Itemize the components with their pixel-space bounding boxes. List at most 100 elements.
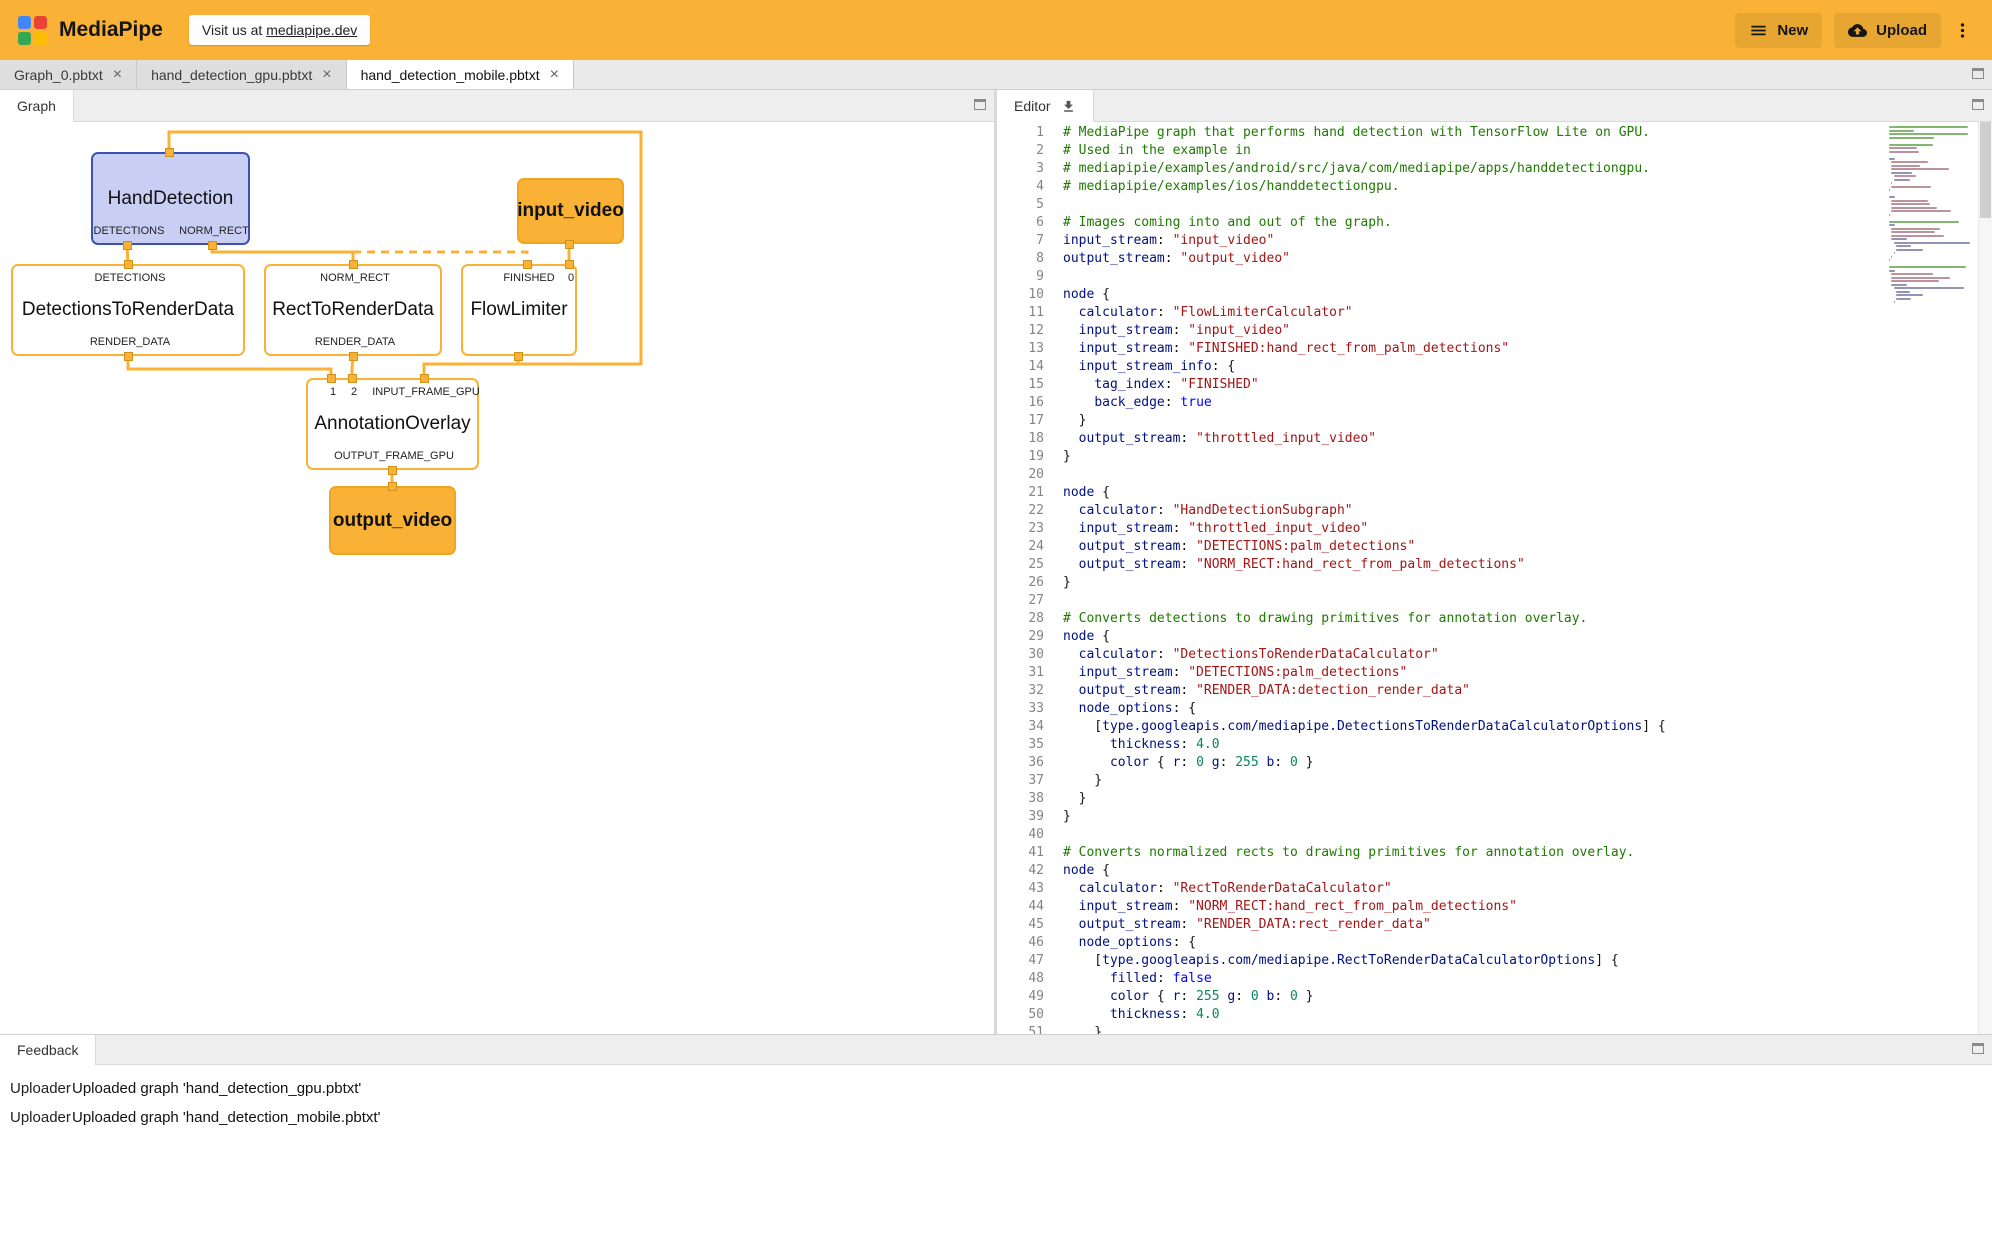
- port-marker[interactable]: [123, 241, 132, 250]
- port-marker[interactable]: [420, 374, 429, 383]
- graph-node-annotation_overlay[interactable]: AnnotationOverlay12INPUT_FRAME_GPUOUTPUT…: [306, 378, 479, 470]
- line-number: 6: [997, 214, 1044, 232]
- minimap-line: [1891, 273, 1933, 275]
- line-number: 44: [997, 898, 1044, 916]
- visit-chip[interactable]: Visit us at mediapipe.dev: [189, 15, 370, 45]
- line-number: 47: [997, 952, 1044, 970]
- line-number: 22: [997, 502, 1044, 520]
- feedback-panel: Feedback UploaderUploaded graph 'hand_de…: [0, 1034, 1992, 1236]
- graph-node-flow_limiter[interactable]: FlowLimiterFINISHED0: [461, 264, 577, 356]
- port-marker[interactable]: [388, 466, 397, 475]
- minimap-line: [1896, 298, 1911, 300]
- line-number: 40: [997, 826, 1044, 844]
- port-label: NORM_RECT: [179, 225, 249, 237]
- graph-canvas[interactable]: HandDetectionDETECTIONSNORM_RECT input_vi…: [0, 122, 994, 1034]
- graph-node-detections_to_render_data[interactable]: DetectionsToRenderDataDETECTIONSRENDER_D…: [11, 264, 245, 356]
- port-label: RENDER_DATA: [90, 336, 170, 348]
- graph-tab[interactable]: Graph: [0, 90, 74, 122]
- feedback-tab-label: Feedback: [17, 1042, 78, 1058]
- code-line: # Converts normalized rects to drawing p…: [1063, 844, 1886, 862]
- code-line: output_stream: "RENDER_DATA:rect_render_…: [1063, 916, 1886, 934]
- code-line: }: [1063, 448, 1886, 466]
- line-number: 10: [997, 286, 1044, 304]
- minimap-line: [1889, 126, 1968, 128]
- port-marker[interactable]: [565, 260, 574, 269]
- line-number: 51: [997, 1024, 1044, 1034]
- line-number: 30: [997, 646, 1044, 664]
- line-number: 13: [997, 340, 1044, 358]
- port-marker[interactable]: [565, 240, 574, 249]
- port-marker[interactable]: [208, 241, 217, 250]
- minimap-line: [1891, 210, 1951, 212]
- code-line: tag_index: "FINISHED": [1063, 376, 1886, 394]
- line-number: 46: [997, 934, 1044, 952]
- kebab-menu-icon[interactable]: [1951, 17, 1974, 44]
- feedback-log: UploaderUploaded graph 'hand_detection_g…: [0, 1065, 1992, 1236]
- close-icon[interactable]: ×: [322, 67, 331, 83]
- line-number: 9: [997, 268, 1044, 286]
- code-line: [1063, 826, 1886, 844]
- editor-tab[interactable]: Editor: [997, 90, 1094, 122]
- line-number: 37: [997, 772, 1044, 790]
- port-marker[interactable]: [124, 352, 133, 361]
- line-number: 35: [997, 736, 1044, 754]
- code-line: node_options: {: [1063, 700, 1886, 718]
- code-line: node {: [1063, 286, 1886, 304]
- file-tab[interactable]: hand_detection_mobile.pbtxt×: [347, 60, 574, 89]
- upload-button[interactable]: Upload: [1834, 13, 1941, 48]
- feedback-tab[interactable]: Feedback: [0, 1035, 96, 1065]
- feedback-source: Uploader: [10, 1109, 72, 1126]
- code-line: calculator: "HandDetectionSubgraph": [1063, 502, 1886, 520]
- maximize-icon[interactable]: [1972, 1043, 1984, 1054]
- port-marker[interactable]: [388, 482, 397, 491]
- close-icon[interactable]: ×: [113, 67, 122, 83]
- minimap-line: [1889, 214, 1890, 216]
- feedback-source: Uploader: [10, 1080, 72, 1097]
- minimap-line: [1896, 291, 1910, 293]
- code-content[interactable]: # MediaPipe graph that performs hand det…: [1059, 122, 1886, 1034]
- minimap-line: [1891, 207, 1936, 209]
- editor-minimap[interactable]: [1886, 122, 1978, 1034]
- visit-text: Visit us at: [202, 22, 266, 38]
- graph-node-input_video[interactable]: input_video: [517, 178, 624, 244]
- code-line: [type.googleapis.com/mediapipe.Detection…: [1063, 718, 1886, 736]
- minimap-line: [1889, 189, 1890, 191]
- port-label: 1: [330, 386, 336, 398]
- maximize-icon[interactable]: [1972, 99, 1984, 110]
- visit-link[interactable]: mediapipe.dev: [266, 22, 357, 38]
- code-editor[interactable]: 1234567891011121314151617181920212223242…: [997, 122, 1992, 1034]
- graph-node-label: RectToRenderData: [272, 299, 434, 321]
- maximize-icon[interactable]: [974, 99, 986, 110]
- graph-node-hand_detection[interactable]: HandDetectionDETECTIONSNORM_RECT: [91, 152, 250, 245]
- minimap-line: [1889, 147, 1917, 149]
- line-number: 38: [997, 790, 1044, 808]
- port-label: RENDER_DATA: [315, 336, 395, 348]
- file-tab-bar: Graph_0.pbtxt×hand_detection_gpu.pbtxt×h…: [0, 60, 1992, 90]
- port-marker[interactable]: [348, 374, 357, 383]
- new-button[interactable]: New: [1735, 13, 1822, 48]
- port-marker[interactable]: [514, 352, 523, 361]
- line-number: 31: [997, 664, 1044, 682]
- port-marker[interactable]: [124, 260, 133, 269]
- code-line: node {: [1063, 484, 1886, 502]
- graph-node-output_video[interactable]: output_video: [329, 486, 456, 555]
- minimap-line: [1891, 231, 1935, 233]
- port-marker[interactable]: [523, 260, 532, 269]
- line-number: 36: [997, 754, 1044, 772]
- file-tab[interactable]: hand_detection_gpu.pbtxt×: [137, 60, 346, 89]
- download-icon[interactable]: [1061, 99, 1076, 114]
- close-icon[interactable]: ×: [550, 67, 559, 83]
- editor-scrollbar[interactable]: [1978, 122, 1992, 1034]
- graph-node-rect_to_render_data[interactable]: RectToRenderDataNORM_RECTRENDER_DATA: [264, 264, 442, 356]
- minimap-line: [1891, 277, 1950, 279]
- port-marker[interactable]: [165, 148, 174, 157]
- port-marker[interactable]: [327, 374, 336, 383]
- minimap-line: [1889, 224, 1895, 226]
- graph-edges: [0, 122, 994, 1034]
- file-tab[interactable]: Graph_0.pbtxt×: [0, 60, 137, 89]
- port-marker[interactable]: [349, 260, 358, 269]
- port-marker[interactable]: [349, 352, 358, 361]
- line-number: 45: [997, 916, 1044, 934]
- maximize-icon[interactable]: [1972, 68, 1984, 79]
- scrollbar-thumb[interactable]: [1980, 122, 1991, 218]
